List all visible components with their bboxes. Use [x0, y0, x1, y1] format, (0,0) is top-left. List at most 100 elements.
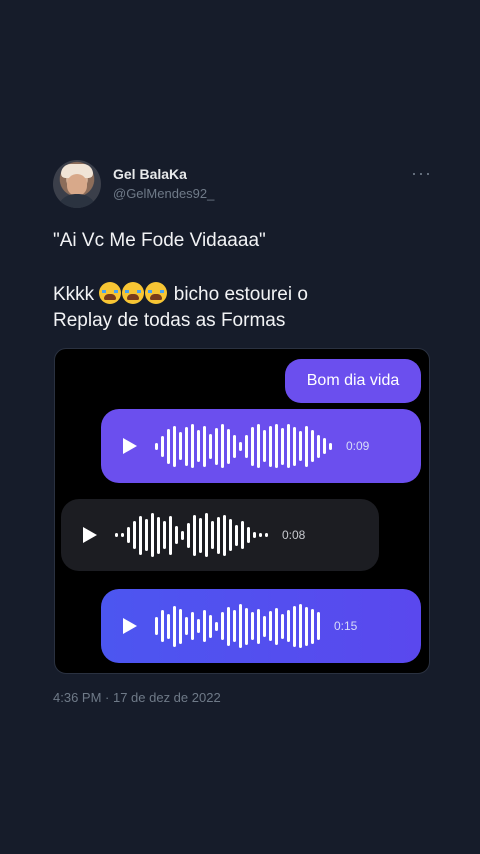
waveform-bar — [221, 424, 224, 468]
waveform-bar — [257, 608, 260, 644]
waveform-bar — [121, 533, 124, 537]
crying-face-emoji-icon — [145, 282, 168, 304]
tweet-text-prefix: Kkkk — [53, 284, 95, 305]
waveform-bar — [151, 513, 154, 557]
voice-duration: 0:09 — [346, 439, 370, 453]
tweet-text-line-1: "Ai Vc Me Fode Vidaaaa" — [53, 230, 266, 251]
author-name[interactable]: Gel BalaKa — [113, 166, 187, 182]
waveform-bar — [215, 621, 218, 631]
waveform-bar — [299, 604, 302, 648]
waveform-bar — [263, 615, 266, 637]
waveform-bar — [269, 611, 272, 641]
tweet-text-line-3: Replay de todas as Formas — [53, 310, 286, 331]
waveform-bar — [259, 533, 262, 537]
waveform-bar — [157, 516, 160, 554]
waveform-bar — [229, 519, 232, 551]
waveform-bar — [265, 533, 268, 537]
waveform-bar — [203, 610, 206, 642]
waveform-bar — [227, 428, 230, 464]
chat-text-bubble: Bom dia vida — [285, 359, 421, 403]
waveform-bar — [311, 430, 314, 462]
play-icon[interactable] — [83, 527, 97, 543]
waveform-bar — [275, 607, 278, 645]
waveform-bar — [205, 513, 208, 557]
waveform-bar — [245, 434, 248, 458]
media-attachment[interactable]: Bom dia vida 0:09 0:08 0:15 — [54, 348, 430, 674]
waveform-bar — [175, 526, 178, 544]
waveform-bar — [287, 610, 290, 642]
waveform-bar — [299, 431, 302, 461]
voice-message-sent-1[interactable]: 0:09 — [101, 409, 421, 483]
avatar-face — [67, 174, 87, 196]
waveform-bar — [263, 430, 266, 462]
waveform-bar — [247, 527, 250, 543]
waveform-bar — [251, 426, 254, 466]
waveform-bar — [305, 425, 308, 467]
waveform-bar — [179, 432, 182, 460]
waveform-bar — [145, 519, 148, 551]
more-options-icon[interactable]: ··· — [411, 163, 432, 184]
tweet-text-suffix: bicho estourei o — [173, 284, 308, 305]
waveform-bar — [253, 532, 256, 538]
waveform-bar — [173, 425, 176, 467]
waveform-bar — [193, 514, 196, 556]
waveform-bar — [311, 608, 314, 644]
waveform-bar — [323, 438, 326, 454]
waveform-bar — [217, 516, 220, 554]
waveform-bar — [245, 607, 248, 645]
waveform-bar — [185, 617, 188, 635]
waveform-bar — [161, 610, 164, 642]
waveform-bar — [167, 613, 170, 639]
voice-message-sent-2[interactable]: 0:15 — [101, 589, 421, 663]
waveform — [155, 421, 332, 471]
waveform — [155, 601, 320, 651]
author-avatar[interactable] — [53, 160, 101, 208]
play-icon[interactable] — [123, 438, 137, 454]
waveform-bar — [139, 515, 142, 555]
waveform-bar — [329, 442, 332, 450]
waveform — [115, 510, 268, 560]
waveform-bar — [233, 610, 236, 642]
waveform-bar — [191, 424, 194, 468]
waveform-bar — [173, 605, 176, 647]
waveform-bar — [281, 427, 284, 465]
voice-duration: 0:08 — [282, 528, 306, 542]
tweet-timestamp[interactable]: 4:36 PM · 17 de dez de 2022 — [53, 690, 221, 705]
waveform-bar — [211, 521, 214, 549]
waveform-bar — [199, 517, 202, 553]
waveform-bar — [197, 430, 200, 462]
avatar-shirt — [57, 194, 97, 208]
waveform-bar — [227, 606, 230, 646]
waveform-bar — [197, 619, 200, 633]
author-handle[interactable]: @GelMendes92_ — [113, 186, 214, 201]
waveform-bar — [133, 521, 136, 549]
waveform-bar — [293, 426, 296, 466]
waveform-bar — [155, 617, 158, 635]
waveform-bar — [233, 434, 236, 458]
waveform-bar — [161, 435, 164, 457]
waveform-bar — [317, 612, 320, 640]
waveform-bar — [163, 521, 166, 549]
voice-duration: 0:15 — [334, 619, 358, 633]
waveform-bar — [179, 608, 182, 644]
waveform-bar — [191, 612, 194, 640]
waveform-bar — [239, 604, 242, 648]
waveform-bar — [215, 427, 218, 465]
waveform-bar — [181, 530, 184, 540]
waveform-bar — [223, 514, 226, 556]
crying-face-emoji-icon — [99, 282, 122, 304]
waveform-bar — [235, 524, 238, 546]
play-icon[interactable] — [123, 618, 137, 634]
waveform-bar — [115, 533, 118, 537]
voice-message-received[interactable]: 0:08 — [61, 499, 379, 571]
waveform-bar — [187, 522, 190, 548]
waveform-bar — [203, 425, 206, 467]
waveform-bar — [127, 527, 130, 543]
waveform-bar — [209, 433, 212, 459]
waveform-bar — [241, 521, 244, 549]
waveform-bar — [317, 434, 320, 458]
tweet-text: "Ai Vc Me Fode Vidaaaa" Kkkk bicho estou… — [53, 228, 433, 334]
waveform-bar — [251, 612, 254, 640]
waveform-bar — [257, 424, 260, 468]
